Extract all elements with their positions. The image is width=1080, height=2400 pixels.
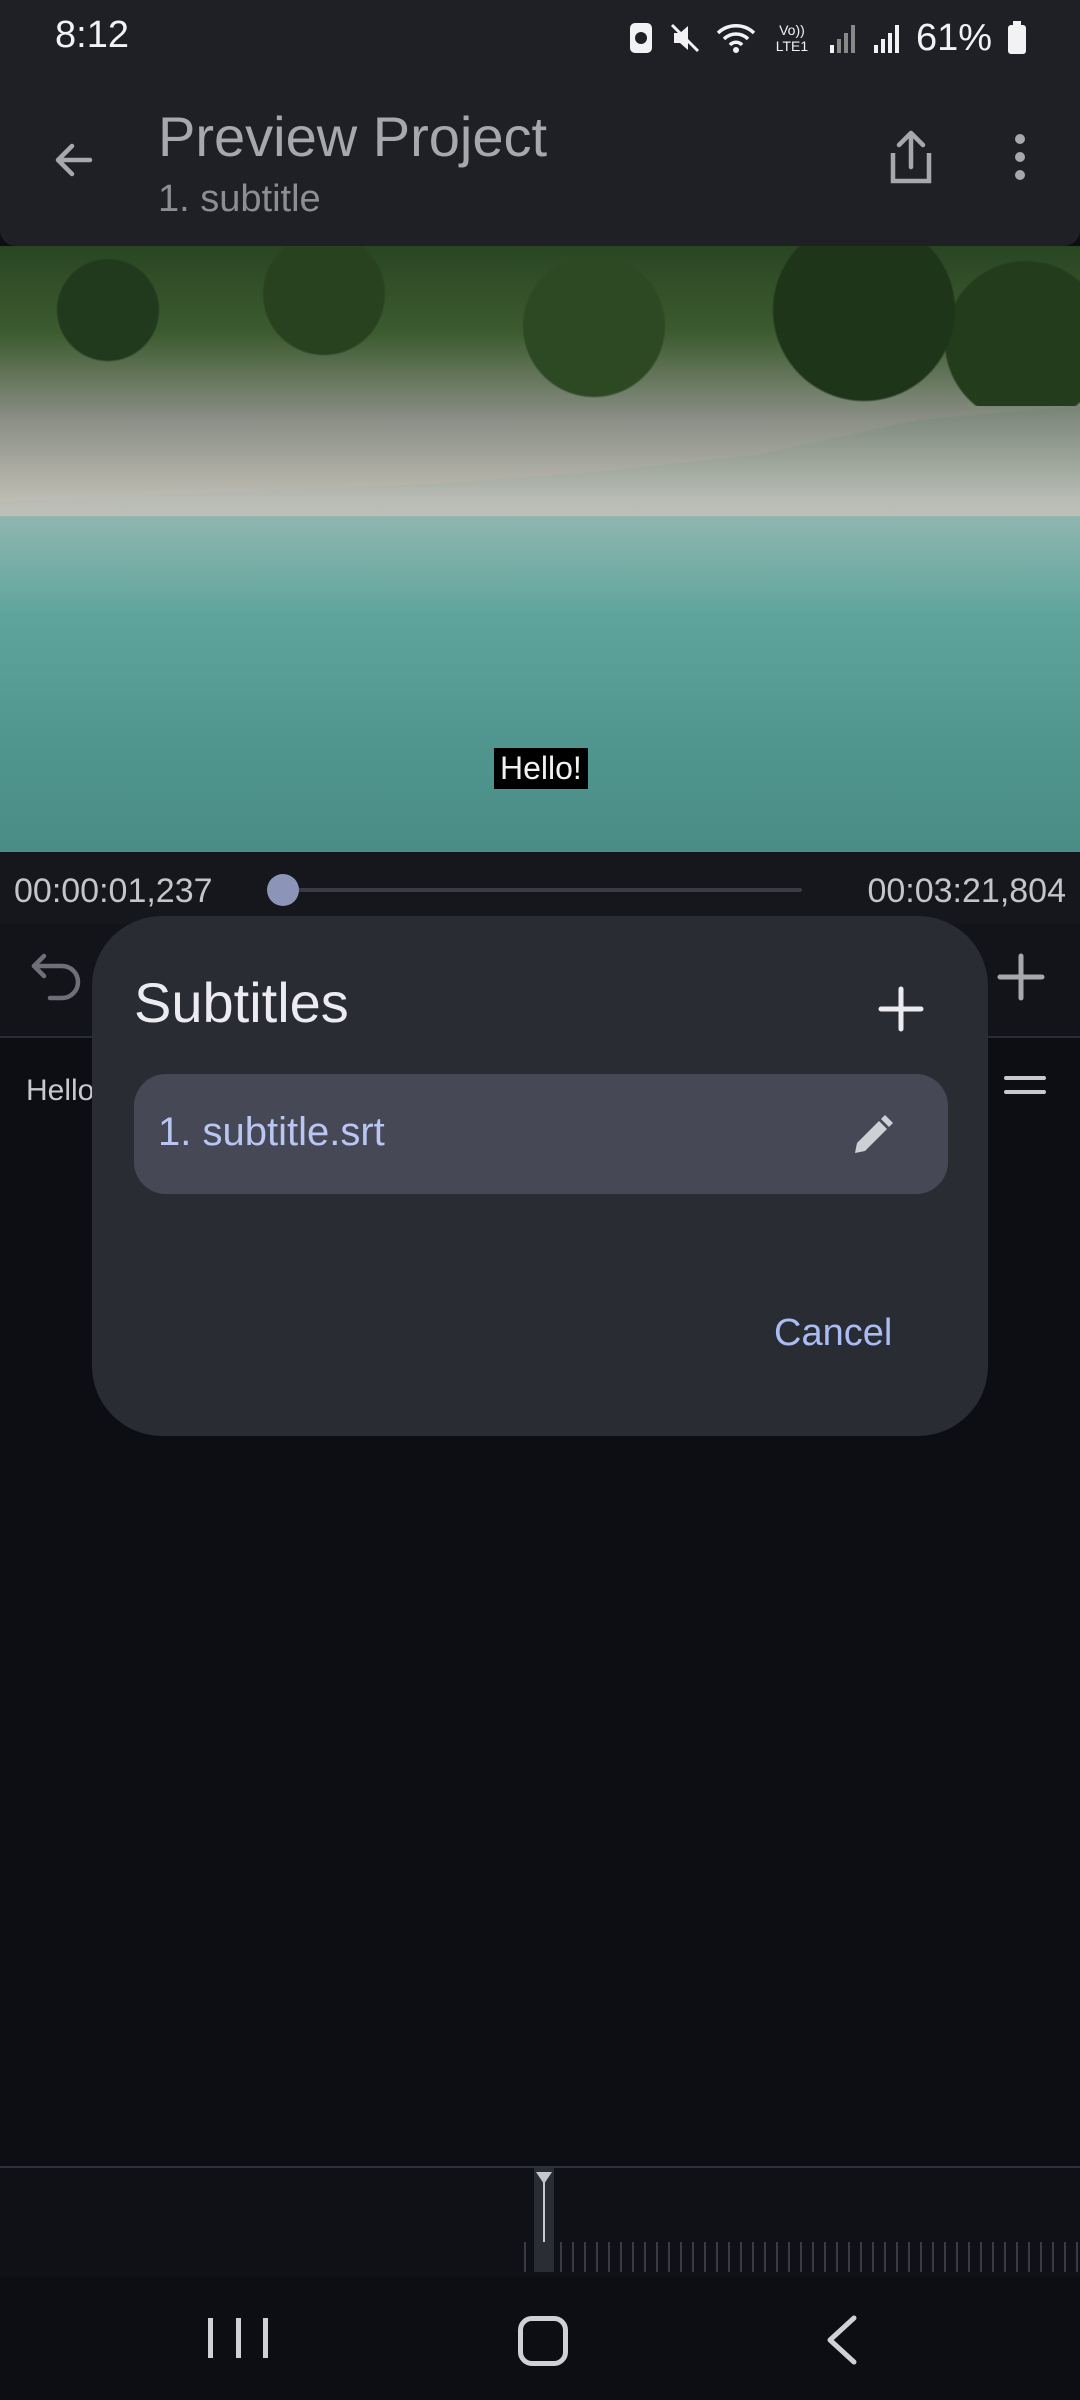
subtitles-dialog: Subtitles 1. subtitle.srt Cancel xyxy=(92,916,988,1436)
mute-icon xyxy=(670,23,699,53)
more-options-button[interactable] xyxy=(990,122,1050,192)
page-subtitle: 1. subtitle xyxy=(158,178,321,220)
subtitle-row-text: Hello xyxy=(26,1074,95,1107)
plus-icon[interactable] xyxy=(990,946,1052,1008)
status-icons: Vo)) LTE1 61% xyxy=(628,14,1028,62)
pencil-icon xyxy=(855,1115,893,1153)
drag-handle-icon[interactable] xyxy=(1004,1076,1046,1104)
status-time: 8:12 xyxy=(55,14,129,56)
recycle-notification-icon xyxy=(629,23,652,53)
battery-percent: 61% xyxy=(915,16,992,59)
waveform-ticks xyxy=(524,2242,1080,2272)
add-subtitle-button[interactable] xyxy=(866,974,936,1044)
wifi-icon xyxy=(716,24,756,53)
battery-icon xyxy=(1008,21,1026,54)
signal-icon-2 xyxy=(873,25,899,53)
cancel-button[interactable]: Cancel xyxy=(762,1304,904,1363)
player-time-row: 00:00:01,237 00:03:21,804 xyxy=(0,852,1080,924)
status-bar: 8:12 Vo)) LTE1 61% xyxy=(0,0,1080,76)
video-preview[interactable]: Hello! xyxy=(0,246,1080,852)
current-time: 00:00:01,237 xyxy=(14,872,213,910)
subtitle-file-name: 1. subtitle.srt xyxy=(158,1110,385,1154)
dialog-title: Subtitles xyxy=(134,971,349,1034)
subtitle-caption: Hello! xyxy=(494,748,588,789)
more-vertical-icon xyxy=(1015,134,1025,180)
undo-icon[interactable] xyxy=(28,946,88,1006)
video-frame-trees xyxy=(0,246,1080,406)
signal-icon-1 xyxy=(829,25,855,53)
arrow-left-icon xyxy=(55,143,93,177)
seek-bar[interactable] xyxy=(267,874,802,906)
back-button[interactable] xyxy=(40,126,108,194)
edit-subtitle-button[interactable] xyxy=(844,1108,900,1164)
share-button[interactable] xyxy=(876,122,946,192)
total-time: 00:03:21,804 xyxy=(867,872,1066,910)
video-frame-water xyxy=(0,516,1080,852)
subtitle-file-item[interactable]: 1. subtitle.srt xyxy=(134,1074,948,1194)
seek-bar-thumb[interactable] xyxy=(267,874,300,906)
recents-button[interactable] xyxy=(208,2318,268,2362)
playhead-line xyxy=(543,2182,545,2242)
share-icon xyxy=(890,130,932,184)
back-nav-icon[interactable] xyxy=(822,2312,862,2368)
volte-label: Vo)) LTE1 xyxy=(775,22,809,54)
plus-icon xyxy=(878,986,924,1032)
page-title: Preview Project xyxy=(158,105,548,168)
app-bar: Preview Project 1. subtitle xyxy=(0,76,1080,246)
system-nav-bar xyxy=(0,2278,1080,2400)
waveform-timeline[interactable] xyxy=(0,2166,1080,2280)
home-button[interactable] xyxy=(518,2316,568,2366)
